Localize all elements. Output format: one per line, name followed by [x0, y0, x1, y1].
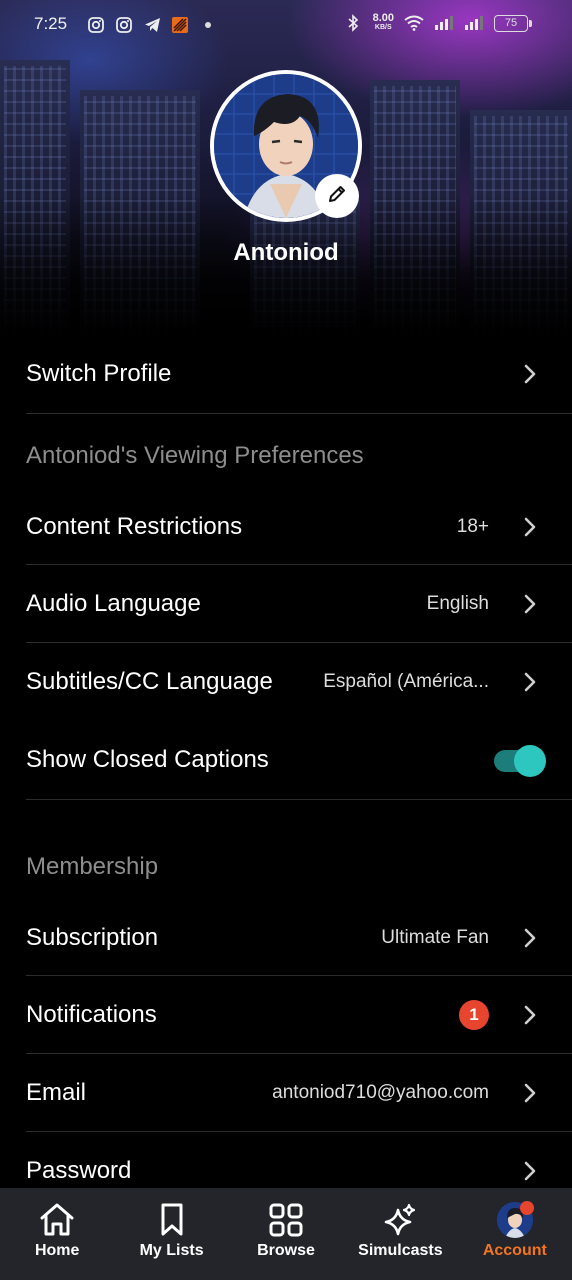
notification-count-badge: 1: [459, 1000, 489, 1030]
status-bar: 7:25 8.00 KB/S 75: [0, 0, 572, 50]
chevron-right-icon: [523, 927, 537, 949]
app-icon: [170, 15, 190, 35]
closed-captions-toggle[interactable]: [494, 744, 546, 777]
signal-icon: [434, 13, 454, 33]
divider: [26, 1053, 572, 1054]
instagram-icon: [86, 15, 106, 35]
switch-profile-row[interactable]: Switch Profile: [26, 354, 546, 394]
email-label: Email: [26, 1079, 87, 1106]
email-row[interactable]: Email antoniod710@yahoo.com: [26, 1073, 546, 1113]
notification-icons: [86, 15, 218, 35]
content-restrictions-row[interactable]: Content Restrictions 18+: [26, 507, 546, 547]
chevron-right-icon: [523, 593, 537, 615]
nav-home[interactable]: Home: [0, 1188, 114, 1280]
nav-simulcasts-label: Simulcasts: [358, 1242, 443, 1259]
nav-browse[interactable]: Browse: [229, 1188, 343, 1280]
network-speed: 8.00 KB/S: [373, 13, 394, 32]
nav-simulcasts[interactable]: Simulcasts: [343, 1188, 457, 1280]
audio-language-value: English: [426, 593, 489, 614]
divider: [26, 1131, 572, 1132]
divider: [26, 413, 572, 414]
account-alert-dot: [519, 1201, 534, 1215]
avatar-icon: [494, 1200, 536, 1240]
nav-my-lists[interactable]: My Lists: [114, 1188, 228, 1280]
system-icons: 8.00 KB/S 75: [343, 13, 532, 33]
instagram-icon: [114, 15, 134, 35]
notifications-row[interactable]: Notifications 1: [26, 995, 546, 1035]
profile-avatar-container: [210, 70, 362, 222]
audio-language-row[interactable]: Audio Language English: [26, 584, 546, 624]
signal-icon: [464, 13, 484, 33]
audio-language-label: Audio Language: [26, 590, 201, 617]
divider: [26, 975, 572, 976]
bottom-navigation: Home My Lists Browse Simulcasts Account: [0, 1188, 572, 1280]
pencil-icon: [327, 184, 347, 209]
telegram-icon: [142, 15, 162, 35]
divider: [26, 799, 572, 800]
chevron-right-icon: [523, 1160, 537, 1182]
membership-heading: Membership: [26, 853, 159, 880]
subtitles-language-label: Subtitles/CC Language: [26, 668, 273, 695]
switch-profile-label: Switch Profile: [26, 360, 172, 387]
bluetooth-icon: [343, 13, 363, 33]
bookmark-icon: [151, 1200, 193, 1240]
status-time: 7:25: [34, 14, 68, 33]
sparkle-icon: [379, 1200, 421, 1240]
battery-indicator: 75: [494, 14, 532, 32]
notifications-label: Notifications: [26, 1001, 157, 1028]
subtitles-language-value: Español (América...: [323, 671, 489, 692]
nav-account-label: Account: [482, 1242, 547, 1259]
content-restrictions-label: Content Restrictions: [26, 513, 243, 540]
nav-my-lists-label: My Lists: [139, 1242, 204, 1259]
email-value: antoniod710@yahoo.com: [272, 1082, 489, 1103]
subtitles-language-row[interactable]: Subtitles/CC Language Español (América..…: [26, 662, 546, 702]
subscription-row[interactable]: Subscription Ultimate Fan: [26, 918, 546, 958]
password-label: Password: [26, 1157, 132, 1184]
password-row[interactable]: Password: [26, 1151, 546, 1191]
home-icon: [36, 1200, 78, 1240]
profile-name: Antoniod: [233, 239, 339, 266]
chevron-right-icon: [523, 516, 537, 538]
viewing-preferences-heading: Antoniod's Viewing Preferences: [26, 442, 364, 469]
chevron-right-icon: [523, 363, 537, 385]
wifi-icon: [404, 13, 424, 33]
content-restrictions-value: 18+: [456, 516, 489, 537]
edit-profile-button[interactable]: [315, 174, 359, 218]
divider: [26, 564, 572, 565]
subscription-label: Subscription: [26, 924, 159, 951]
nav-browse-label: Browse: [257, 1242, 315, 1259]
closed-captions-row: Show Closed Captions: [26, 740, 546, 780]
grid-icon: [265, 1200, 307, 1240]
toggle-knob: [514, 745, 546, 777]
closed-captions-label: Show Closed Captions: [26, 746, 269, 773]
nav-home-label: Home: [34, 1242, 80, 1259]
chevron-right-icon: [523, 1004, 537, 1026]
nav-account[interactable]: Account: [458, 1188, 572, 1280]
chevron-right-icon: [523, 1082, 537, 1104]
subscription-value: Ultimate Fan: [381, 927, 489, 948]
network-speed-unit: KB/S: [374, 24, 392, 31]
chevron-right-icon: [523, 671, 537, 693]
divider: [26, 642, 572, 643]
dot-icon: [198, 15, 218, 35]
